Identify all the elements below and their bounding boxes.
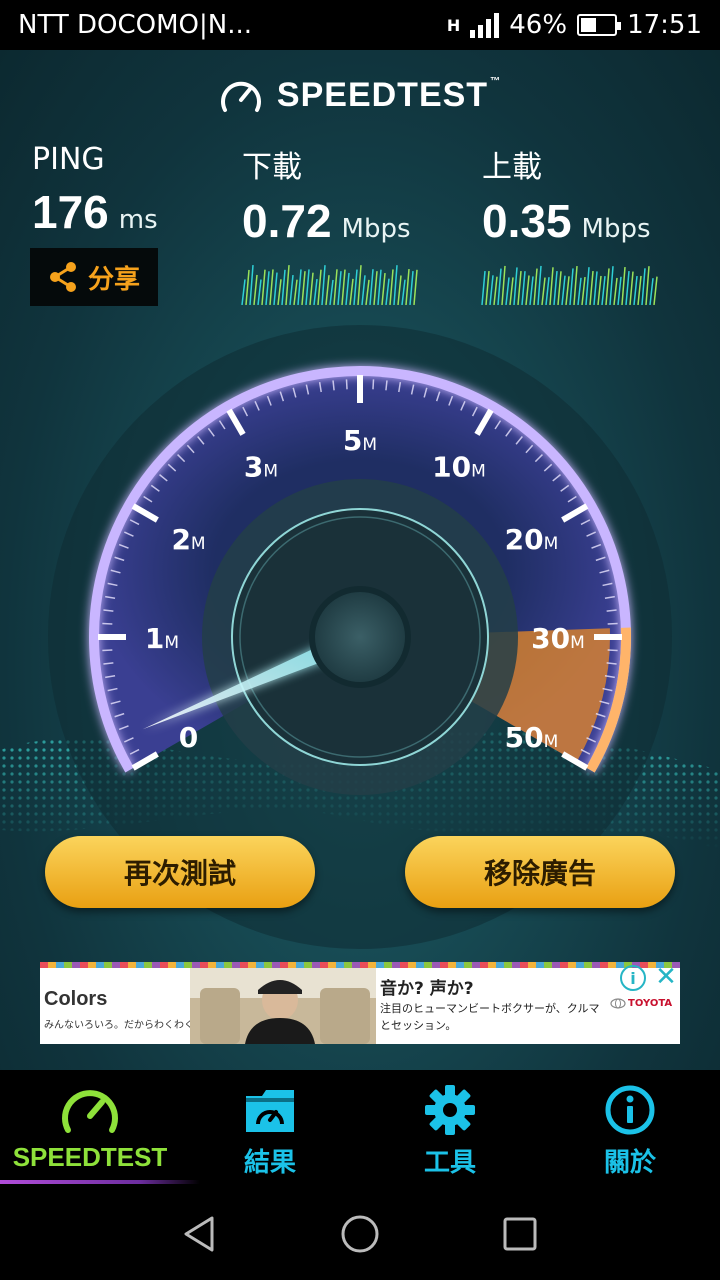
battery-percent: 46% — [509, 10, 568, 40]
status-bar: NTT DOCOMO|N... H 46% 17:51 — [0, 0, 720, 50]
gauge-minor-tick — [606, 662, 617, 665]
active-tab-indicator — [0, 1180, 200, 1184]
gauge-scale-label: 0 — [179, 721, 198, 754]
gauge-minor-tick — [103, 662, 114, 665]
gauge-hub — [309, 586, 411, 688]
gauge-minor-tick — [103, 609, 114, 612]
recents-icon[interactable] — [498, 1212, 542, 1256]
clock: 17:51 — [627, 10, 702, 40]
bottom-tab-bar: SPEEDTEST 結果 工具 關於 — [0, 1070, 720, 1188]
signal-icon — [470, 12, 500, 38]
home-icon[interactable] — [338, 1212, 382, 1256]
tab-speedtest-label: SPEEDTEST — [12, 1142, 168, 1172]
info-icon — [605, 1085, 655, 1135]
gauge-minor-tick — [332, 380, 335, 391]
back-icon[interactable] — [178, 1212, 222, 1256]
results-folder-icon — [246, 1090, 294, 1132]
battery-level — [581, 18, 596, 32]
ad-maker-name: TOYOTA — [628, 998, 673, 1009]
gauge-minor-tick — [102, 649, 113, 652]
gear-icon — [425, 1085, 475, 1135]
speed-gauge: 01M2M3M5M10M20M30M50M — [48, 325, 672, 949]
carrier-name: NTT DOCOMO|N... — [18, 10, 253, 40]
ad-maker: TOYOTA — [610, 998, 672, 1009]
speedometer-icon — [62, 1090, 118, 1133]
battery-icon — [577, 14, 622, 36]
gauge-minor-tick — [345, 379, 348, 390]
gauge-minor-tick — [607, 622, 618, 625]
ad-info-icon[interactable]: i — [620, 965, 646, 991]
gauge-minor-tick — [102, 622, 113, 625]
system-nav-bar — [0, 1188, 720, 1280]
gauge-minor-tick — [606, 609, 617, 612]
ad-close-icon[interactable]: ✕ — [652, 962, 680, 992]
tab-results-label: 結果 — [243, 1148, 296, 1178]
gauge-minor-tick — [607, 649, 618, 652]
network-type: H — [446, 15, 461, 35]
tab-about-label: 關於 — [603, 1148, 656, 1178]
tab-tools[interactable]: 工具 — [360, 1070, 540, 1188]
ad-headline: 音か? 声か? — [380, 979, 474, 999]
ad-brand: Colors — [44, 988, 108, 1010]
ad-body: 注目のヒューマンビートボクサーが、クルマとセッション。 — [380, 1002, 600, 1032]
tab-speedtest[interactable]: SPEEDTEST — [0, 1070, 200, 1188]
main-screen: SPEEDTEST ™ PING 176 ms 下載 0.72 Mbps 上載 0.3… — [0, 50, 720, 1070]
tab-results[interactable]: 結果 — [180, 1070, 360, 1188]
toyota-logo-icon — [610, 998, 626, 1009]
status-indicators: H 46% 17:51 — [447, 10, 702, 40]
ad-photo — [190, 968, 376, 1044]
tab-tools-label: 工具 — [423, 1148, 476, 1178]
ad-tagline: みんないろいろ。だからわくわく。 — [44, 1020, 204, 1031]
gauge-minor-tick — [385, 380, 388, 391]
tab-about[interactable]: 關於 — [540, 1070, 720, 1188]
retest-button[interactable]: 再次測試 — [45, 836, 315, 908]
ad-banner[interactable]: Colors みんないろいろ。だからわくわく。 音か? 声か? 注目のヒューマン… — [40, 962, 680, 1044]
gauge-minor-tick — [372, 379, 375, 390]
remove-ads-button[interactable]: 移除廣告 — [405, 836, 675, 908]
